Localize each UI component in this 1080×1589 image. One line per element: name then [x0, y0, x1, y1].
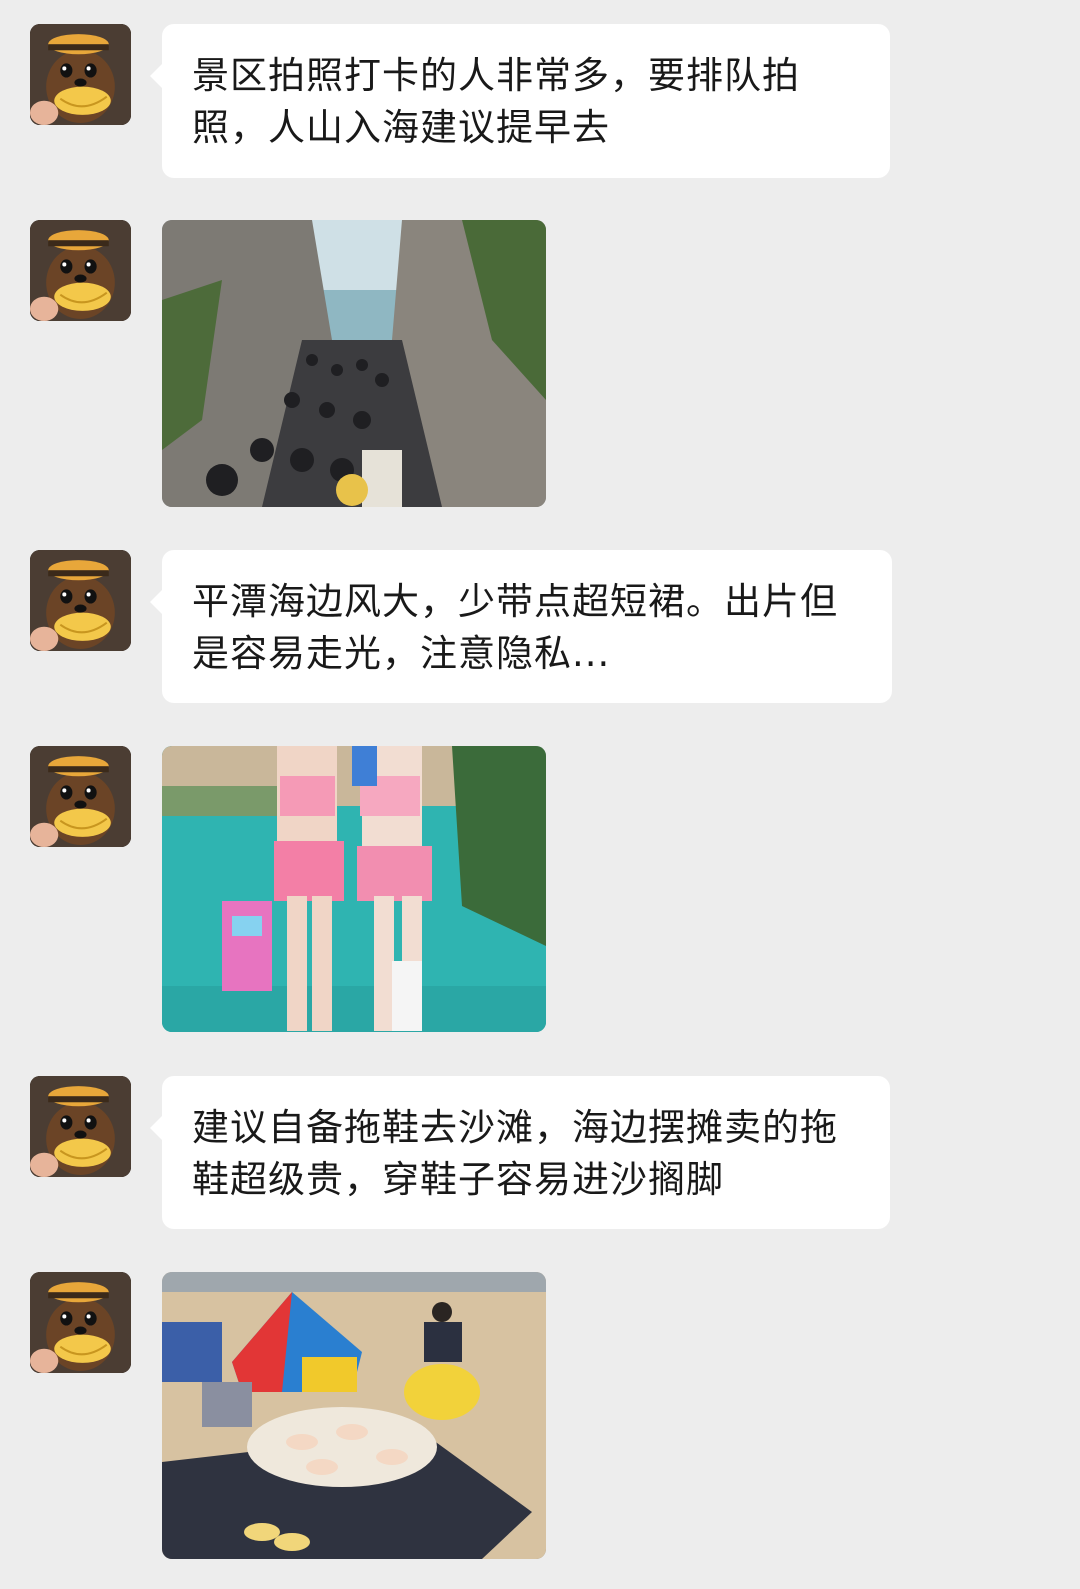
message-bubble[interactable]: 建议自备拖鞋去沙滩，海边摆摊卖的拖鞋超级贵，穿鞋子容易进沙搁脚	[150, 1076, 890, 1229]
dog-with-hat-avatar[interactable]	[30, 1076, 131, 1177]
message-bubble[interactable]: 景区拍照打卡的人非常多，要排队拍照，人山入海建议提早去	[150, 24, 890, 178]
message-bubble[interactable]: 平潭海边风大，少带点超短裙。出片但是容易走光，注意隐私...	[150, 550, 892, 703]
beach-slipper-vendor-photo[interactable]	[162, 1272, 546, 1559]
dog-with-hat-avatar[interactable]	[30, 24, 131, 125]
dog-with-hat-avatar[interactable]	[30, 1272, 131, 1373]
dog-with-hat-avatar[interactable]	[30, 550, 131, 651]
dog-with-hat-avatar[interactable]	[30, 746, 131, 847]
dog-with-hat-avatar[interactable]	[30, 220, 131, 321]
pink-outfit-poolside-photo[interactable]	[162, 746, 546, 1032]
crowd-canyon-photo[interactable]	[162, 220, 546, 507]
